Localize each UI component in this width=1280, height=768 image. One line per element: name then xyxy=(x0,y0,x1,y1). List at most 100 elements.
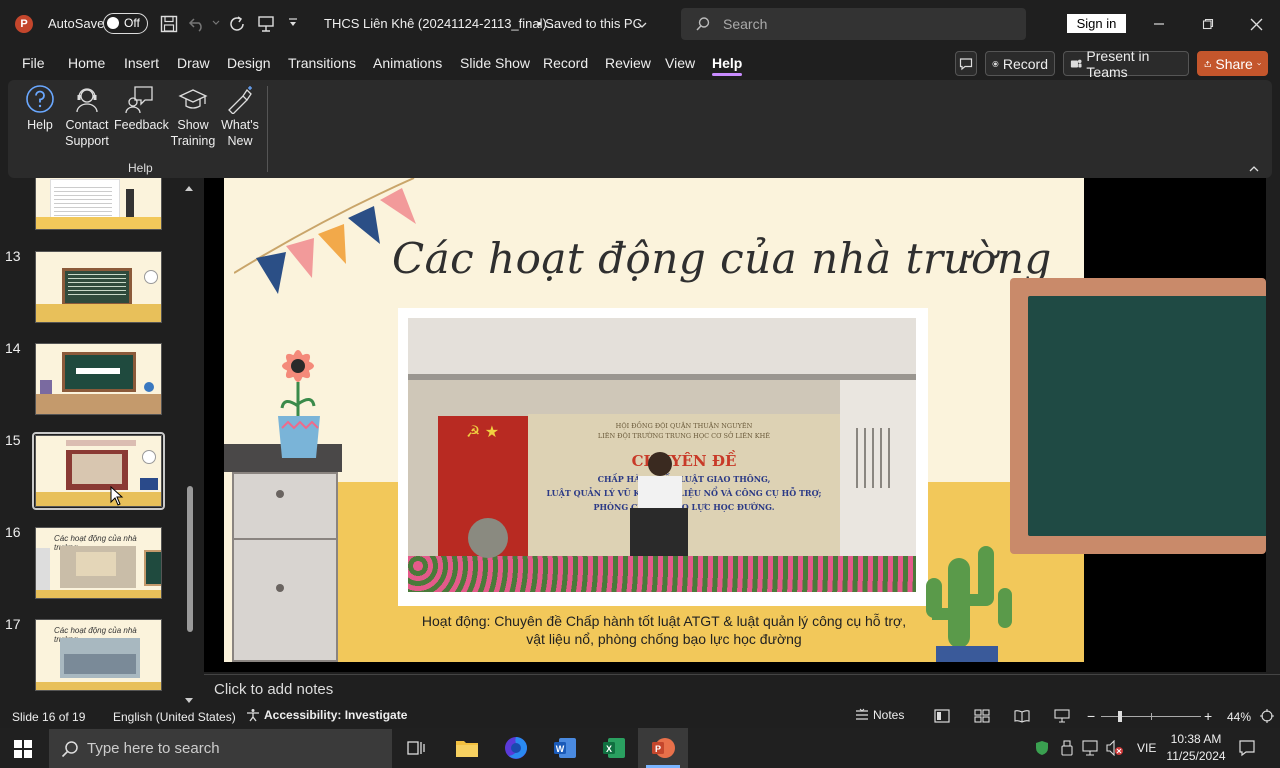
slide-thumbnail-13[interactable] xyxy=(35,251,162,323)
sign-in-button[interactable]: Sign in xyxy=(1067,14,1126,33)
tab-record[interactable]: Record xyxy=(543,55,588,71)
tab-view[interactable]: View xyxy=(665,55,695,71)
help-button[interactable]: Help xyxy=(14,84,66,133)
help-label: Help xyxy=(27,118,53,132)
save-icon[interactable] xyxy=(159,14,179,34)
tab-slide-show[interactable]: Slide Show xyxy=(460,55,530,71)
save-status[interactable]: • Saved to this PC xyxy=(537,16,642,31)
accessibility-checker[interactable]: Accessibility: Investigate xyxy=(246,708,407,722)
tab-help[interactable]: Help xyxy=(712,55,743,76)
contact-support-button[interactable]: Contact Support xyxy=(61,84,113,149)
autosave-toggle[interactable]: Off xyxy=(103,13,148,34)
current-slide[interactable]: Các hoạt động của nhà trường ☭ ★ HỘI ĐỒN… xyxy=(224,178,1084,662)
file-explorer-icon[interactable] xyxy=(455,738,479,761)
slide-thumbnail-16[interactable]: Các hoạt động của nhà trường xyxy=(35,527,162,599)
slide-number: 17 xyxy=(5,616,21,632)
tab-design[interactable]: Design xyxy=(227,55,271,71)
accessibility-label: Accessibility: Investigate xyxy=(264,708,408,722)
fit-to-window-icon[interactable] xyxy=(1260,709,1274,726)
excel-icon[interactable]: X xyxy=(602,736,626,763)
banner-line1: HỘI ĐỒNG ĐỘI QUẬN THUẬN NGUYÊN xyxy=(615,422,753,430)
svg-text:W: W xyxy=(556,744,565,754)
present-in-teams-button[interactable]: Present in Teams xyxy=(1063,48,1189,80)
tab-draw[interactable]: Draw xyxy=(177,55,210,71)
search-box[interactable]: Search xyxy=(681,8,1026,40)
whats-new-label-line1: What's xyxy=(221,118,259,132)
speaker xyxy=(648,452,672,476)
input-language[interactable]: VIE xyxy=(1137,741,1156,755)
windows-start-icon[interactable] xyxy=(14,740,32,761)
thumbnail-scrollbar-thumb[interactable] xyxy=(187,486,193,632)
save-status-chevron-icon[interactable] xyxy=(636,18,648,33)
tab-file[interactable]: File xyxy=(22,55,45,71)
whats-new-button[interactable]: What's New xyxy=(214,84,266,149)
task-view-icon[interactable] xyxy=(406,739,426,760)
notification-icon[interactable] xyxy=(1238,739,1256,760)
present-from-start-icon[interactable] xyxy=(256,14,276,34)
feedback-button[interactable]: Feedback xyxy=(114,84,169,133)
clock-time[interactable]: 10:38 AM xyxy=(1168,732,1224,746)
share-button[interactable]: Share xyxy=(1197,51,1268,76)
clock-date[interactable]: 11/25/2024 xyxy=(1164,749,1228,763)
taskbar-search[interactable]: Type here to search xyxy=(49,729,392,768)
show-training-button[interactable]: Show Training xyxy=(167,84,219,149)
caption-line1[interactable]: Hoạt động: Chuyên đề Chấp hành tốt luật … xyxy=(374,613,954,629)
zoom-slider-thumb[interactable] xyxy=(1118,711,1122,722)
banner-heading: CHUYÊN ĐỀ xyxy=(631,452,737,470)
slide-sorter-icon[interactable] xyxy=(974,709,990,726)
restore-icon[interactable] xyxy=(1197,14,1219,34)
word-icon[interactable]: W xyxy=(553,736,577,763)
caption-line2[interactable]: vật liệu nổ, phòng chống bạo lực học đườ… xyxy=(374,631,954,647)
close-icon[interactable] xyxy=(1245,14,1267,34)
collapse-ribbon-icon[interactable] xyxy=(1248,162,1260,177)
customize-qat-icon[interactable] xyxy=(287,17,299,29)
notes-toggle-button[interactable]: Notes xyxy=(855,708,904,722)
tab-review[interactable]: Review xyxy=(605,55,651,71)
redo-icon[interactable] xyxy=(227,14,247,34)
teams-icon xyxy=(1070,59,1082,68)
slide-counter[interactable]: Slide 16 of 19 xyxy=(12,710,85,724)
slide-title[interactable]: Các hoạt động của nhà trường xyxy=(392,234,1051,283)
zoom-out-icon[interactable]: − xyxy=(1087,708,1095,724)
slide-number: 13 xyxy=(5,248,21,264)
undo-icon[interactable] xyxy=(187,14,207,34)
slide-number: 14 xyxy=(5,340,21,356)
banner-text2: LUẬT QUẢN LÝ VŨ KHÍ, VẬT LIỆU NỔ VÀ CÔNG… xyxy=(546,488,822,498)
tab-transitions[interactable]: Transitions xyxy=(288,55,356,71)
zoom-in-icon[interactable]: + xyxy=(1204,708,1212,724)
flag-symbol: ☭ ★ xyxy=(466,424,500,441)
zoom-level[interactable]: 44% xyxy=(1227,710,1251,724)
feedback-icon xyxy=(125,86,153,114)
slide-thumbnail-pane: 13 14 15 16 Các hoạt động của nhà trường xyxy=(0,178,200,706)
record-button[interactable]: Record xyxy=(985,51,1055,76)
banner-line2: LIÊN ĐỘI TRƯỜNG TRUNG HỌC CƠ SỞ LIÊN KHÊ xyxy=(597,432,771,440)
chevron-down-icon[interactable] xyxy=(211,18,221,28)
slide-thumbnail-15[interactable] xyxy=(35,435,162,507)
powerpoint-icon: P xyxy=(652,738,675,758)
powerpoint-taskbar-button[interactable]: P xyxy=(638,728,688,768)
help-icon xyxy=(26,85,54,113)
minimize-icon[interactable] xyxy=(1148,14,1170,34)
slide-thumbnail-17[interactable]: Các hoạt động của nhà trường xyxy=(35,619,162,691)
comments-button[interactable] xyxy=(955,51,977,76)
notes-icon xyxy=(856,708,868,720)
security-shield-icon[interactable] xyxy=(1035,740,1049,759)
zoom-slider[interactable] xyxy=(1101,711,1201,722)
document-title[interactable]: THCS Liên Khê (20241124-2113_final).... xyxy=(324,16,561,31)
normal-view-icon[interactable] xyxy=(934,709,950,726)
slideshow-view-icon[interactable] xyxy=(1054,709,1070,726)
tab-home[interactable]: Home xyxy=(68,55,105,71)
language-indicator[interactable]: English (United States) xyxy=(113,710,236,724)
firefox-icon[interactable] xyxy=(504,736,528,763)
tab-animations[interactable]: Animations xyxy=(373,55,442,71)
slide-thumbnail-12[interactable] xyxy=(35,178,162,230)
usb-icon[interactable] xyxy=(1061,740,1073,759)
thumbnail-scroll-down-icon[interactable] xyxy=(184,693,194,706)
network-icon[interactable] xyxy=(1082,740,1098,759)
thumbnail-scroll-up-icon[interactable] xyxy=(184,180,194,195)
volume-muted-icon[interactable] xyxy=(1106,739,1124,759)
slide-thumbnail-14[interactable] xyxy=(35,343,162,415)
reading-view-icon[interactable] xyxy=(1014,709,1030,726)
tab-insert[interactable]: Insert xyxy=(124,55,159,71)
notes-pane[interactable]: Click to add notes xyxy=(204,674,1280,706)
